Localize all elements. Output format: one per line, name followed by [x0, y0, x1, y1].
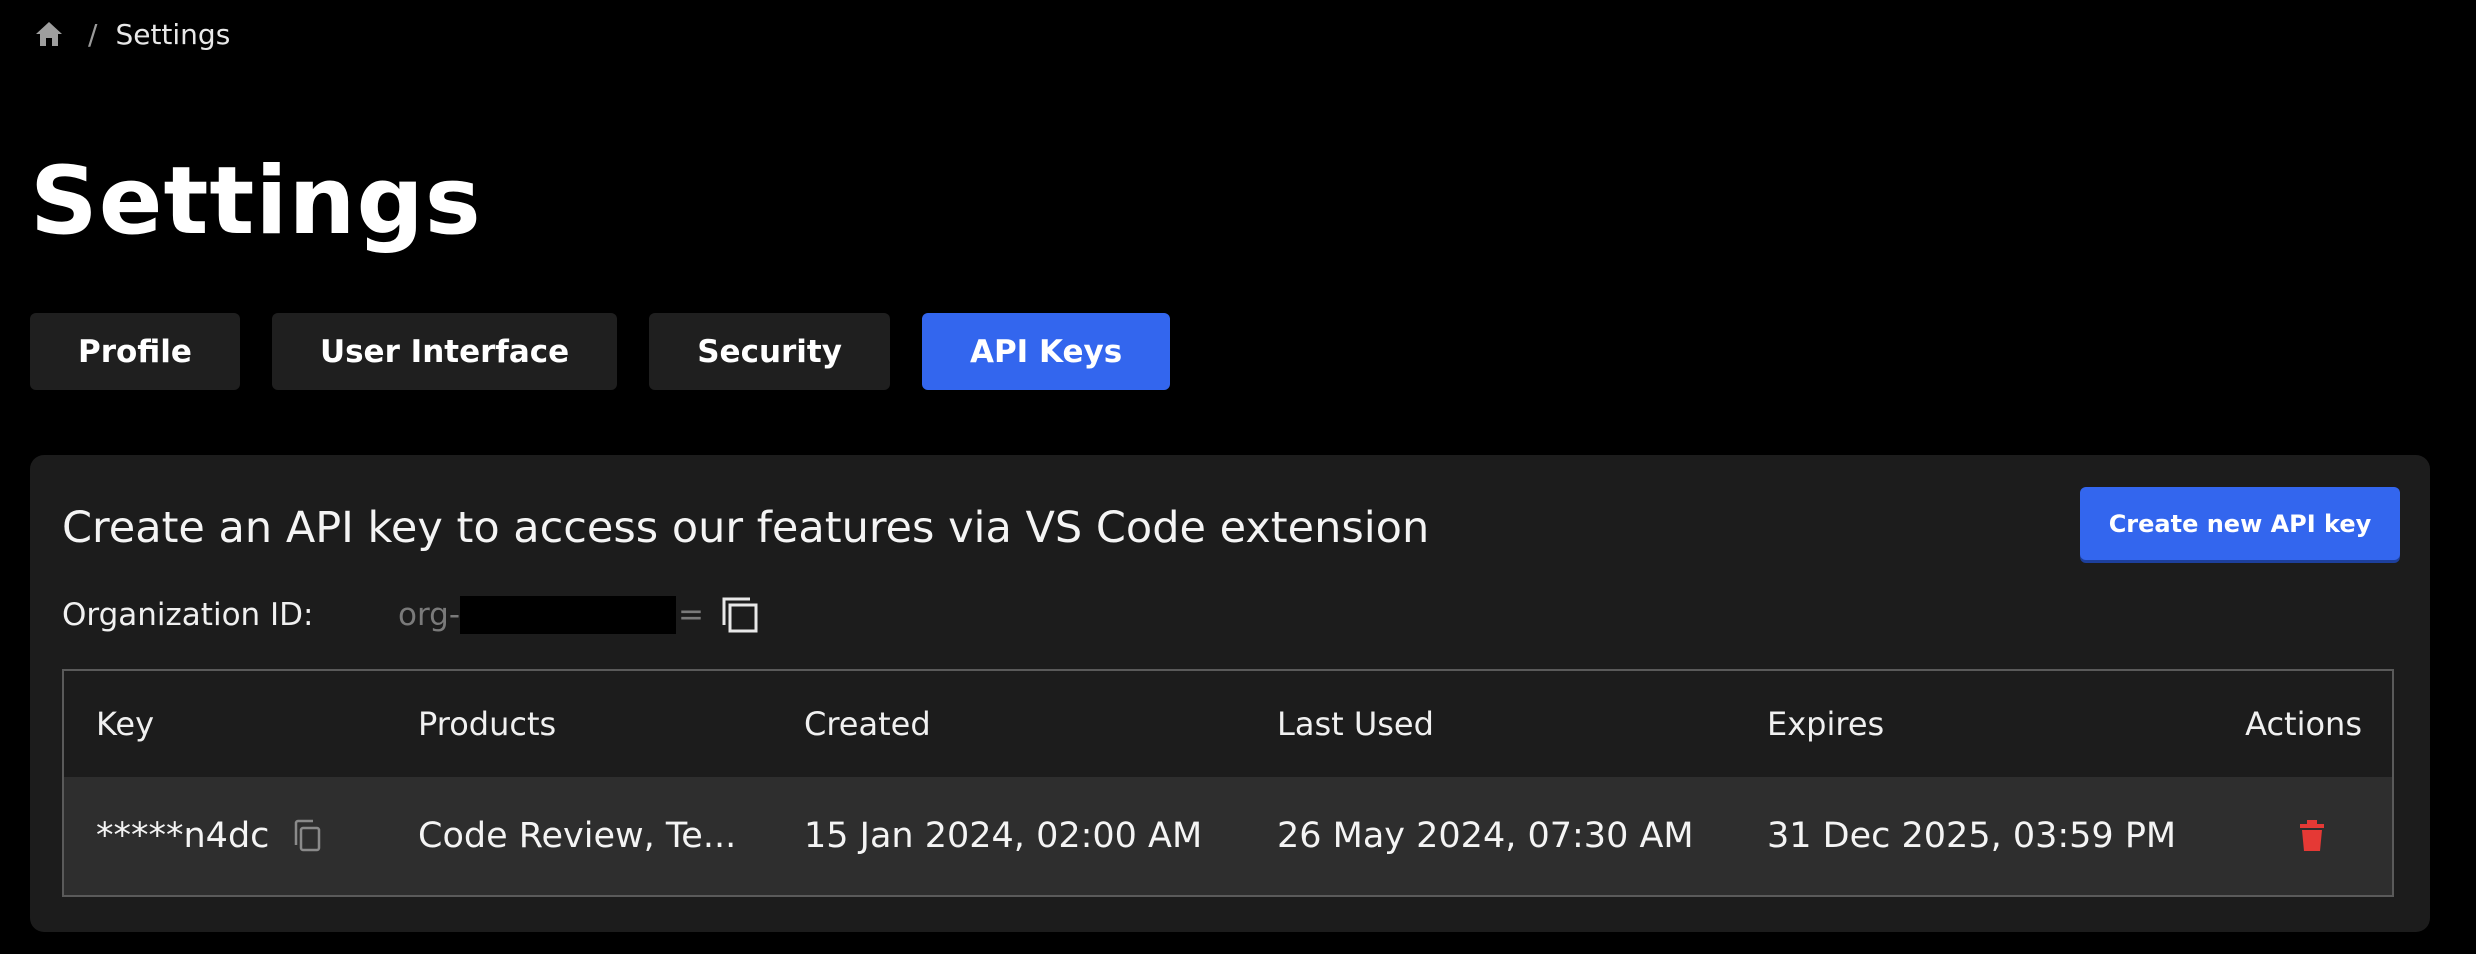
key-cell: *****n4dc [96, 816, 325, 856]
api-key-value: *****n4dc [96, 816, 270, 856]
breadcrumb-separator: / [88, 17, 98, 51]
copy-key-icon[interactable] [289, 816, 325, 856]
organization-id-suffix: = [678, 597, 705, 633]
breadcrumb: / Settings [32, 14, 230, 54]
header-actions: Actions [2245, 705, 2362, 743]
breadcrumb-current: Settings [115, 17, 231, 51]
api-keys-heading: Create an API key to access our features… [62, 503, 1430, 553]
header-products: Products [418, 705, 557, 743]
page-title: Settings [30, 147, 482, 256]
settings-page: / Settings Settings Profile User Interfa… [0, 0, 2476, 954]
tab-security[interactable]: Security [649, 313, 890, 390]
header-last-used: Last Used [1277, 705, 1434, 743]
settings-tabs: Profile User Interface Security API Keys [30, 313, 1202, 390]
trash-icon[interactable] [2296, 818, 2328, 854]
home-icon[interactable] [32, 17, 66, 51]
organization-id-row: Organization ID: org- = [62, 590, 762, 640]
organization-id-label: Organization ID: [62, 597, 314, 633]
tab-profile[interactable]: Profile [30, 313, 240, 390]
products-cell: Code Review, Te... [418, 816, 737, 856]
expires-cell: 31 Dec 2025, 03:59 PM [1767, 816, 2177, 856]
table-row: *****n4dc Code Review, Te... 15 Jan 2024… [64, 777, 2392, 895]
organization-id-redaction [460, 596, 677, 634]
header-key: Key [96, 705, 155, 743]
tab-user-interface[interactable]: User Interface [271, 313, 618, 390]
organization-id-value: org- = [398, 596, 704, 634]
header-created: Created [804, 705, 931, 743]
organization-id-prefix: org- [398, 597, 461, 633]
create-api-key-button[interactable]: Create new API key [2080, 487, 2400, 560]
tab-api-keys[interactable]: API Keys [921, 313, 1171, 390]
api-keys-table: Key Products Created Last Used Expires A… [62, 669, 2394, 897]
last-used-cell: 26 May 2024, 07:30 AM [1277, 816, 1694, 856]
copy-icon[interactable] [718, 593, 762, 637]
header-expires: Expires [1767, 705, 1885, 743]
table-header: Key Products Created Last Used Expires A… [64, 671, 2392, 777]
created-cell: 15 Jan 2024, 02:00 AM [804, 816, 1203, 856]
api-keys-card: Create an API key to access our features… [30, 455, 2430, 932]
